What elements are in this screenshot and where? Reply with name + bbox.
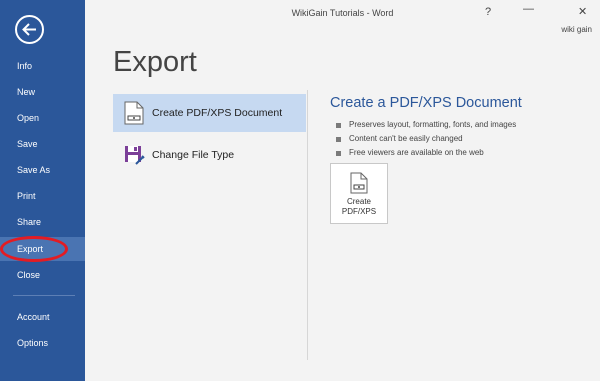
option-label: Change File Type <box>152 149 235 161</box>
bullet-square-icon <box>336 122 341 128</box>
bullet-square-icon <box>336 150 341 156</box>
pdf-document-icon <box>331 172 387 194</box>
feature-list: Preserves layout, formatting, fonts, and… <box>336 118 516 160</box>
user-name[interactable]: wiki gain <box>561 25 592 34</box>
sidebar-item-print[interactable]: Print <box>0 184 85 208</box>
back-button[interactable] <box>15 15 44 44</box>
sidebar-divider <box>13 295 75 296</box>
pdf-document-icon <box>119 98 149 128</box>
page-title: Export <box>113 46 197 78</box>
list-item: Free viewers are available on the web <box>336 146 516 160</box>
backstage-sidebar: Info New Open Save Save As Print Share E… <box>0 0 85 381</box>
minimize-button[interactable]: — <box>523 3 534 15</box>
change-file-type-icon <box>119 140 149 170</box>
option-label: Create PDF/XPS Document <box>152 107 283 119</box>
create-pdf-xps-button[interactable]: Create PDF/XPS <box>330 163 388 224</box>
sidebar-item-info[interactable]: Info <box>0 54 85 78</box>
bullet-square-icon <box>336 136 341 142</box>
sidebar-item-account[interactable]: Account <box>0 305 85 329</box>
sidebar-item-share[interactable]: Share <box>0 210 85 234</box>
list-item: Content can't be easily changed <box>336 132 516 146</box>
create-button-label-line2: PDF/XPS <box>341 207 377 216</box>
sidebar-item-close[interactable]: Close <box>0 263 85 287</box>
option-change-file-type[interactable]: Change File Type <box>113 136 306 174</box>
list-item: Preserves layout, formatting, fonts, and… <box>336 118 516 132</box>
close-button[interactable]: ✕ <box>578 6 587 18</box>
sidebar-item-save-as[interactable]: Save As <box>0 158 85 182</box>
sidebar-item-export[interactable]: Export <box>0 237 85 261</box>
create-button-label-line1: Create <box>346 197 371 206</box>
panel-divider <box>307 90 308 360</box>
sidebar-item-save[interactable]: Save <box>0 132 85 156</box>
detail-title: Create a PDF/XPS Document <box>330 95 522 111</box>
option-create-pdf-xps[interactable]: Create PDF/XPS Document <box>113 94 306 132</box>
sidebar-item-options[interactable]: Options <box>0 331 85 355</box>
help-button[interactable]: ? <box>485 6 491 18</box>
sidebar-item-new[interactable]: New <box>0 80 85 104</box>
sidebar-item-open[interactable]: Open <box>0 106 85 130</box>
title-bar: WikiGain Tutorials - Word ? — ✕ wiki gai… <box>85 0 600 34</box>
back-arrow-icon <box>22 23 36 36</box>
